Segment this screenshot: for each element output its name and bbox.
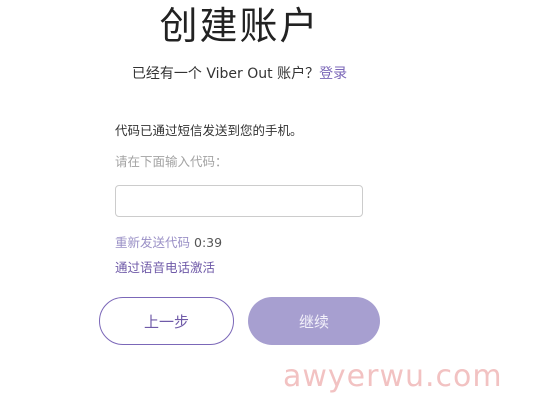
code-label: 请在下面输入代码： <box>115 154 228 169</box>
resend-code-link[interactable]: 重新发送代码 <box>115 235 190 250</box>
code-input[interactable] <box>115 185 363 217</box>
watermark: awyerwu.com <box>283 359 503 394</box>
resend-row: 重新发送代码 0:39 <box>115 234 222 252</box>
resend-countdown: 0:39 <box>194 235 223 250</box>
back-button[interactable]: 上一步 <box>99 297 234 345</box>
have-account-line: 已经有一个 Viber Out 账户？登录 <box>0 64 479 84</box>
have-account-text: 已经有一个 Viber Out 账户？ <box>131 66 320 82</box>
voice-call-activation-link[interactable]: 通过语音电话激活 <box>115 259 215 277</box>
sms-sent-message: 代码已通过短信发送到您的手机。 <box>115 123 303 138</box>
login-link[interactable]: 登录 <box>319 66 347 82</box>
page-title: 创建账户 <box>159 4 320 48</box>
continue-button[interactable]: 继续 <box>248 297 380 345</box>
